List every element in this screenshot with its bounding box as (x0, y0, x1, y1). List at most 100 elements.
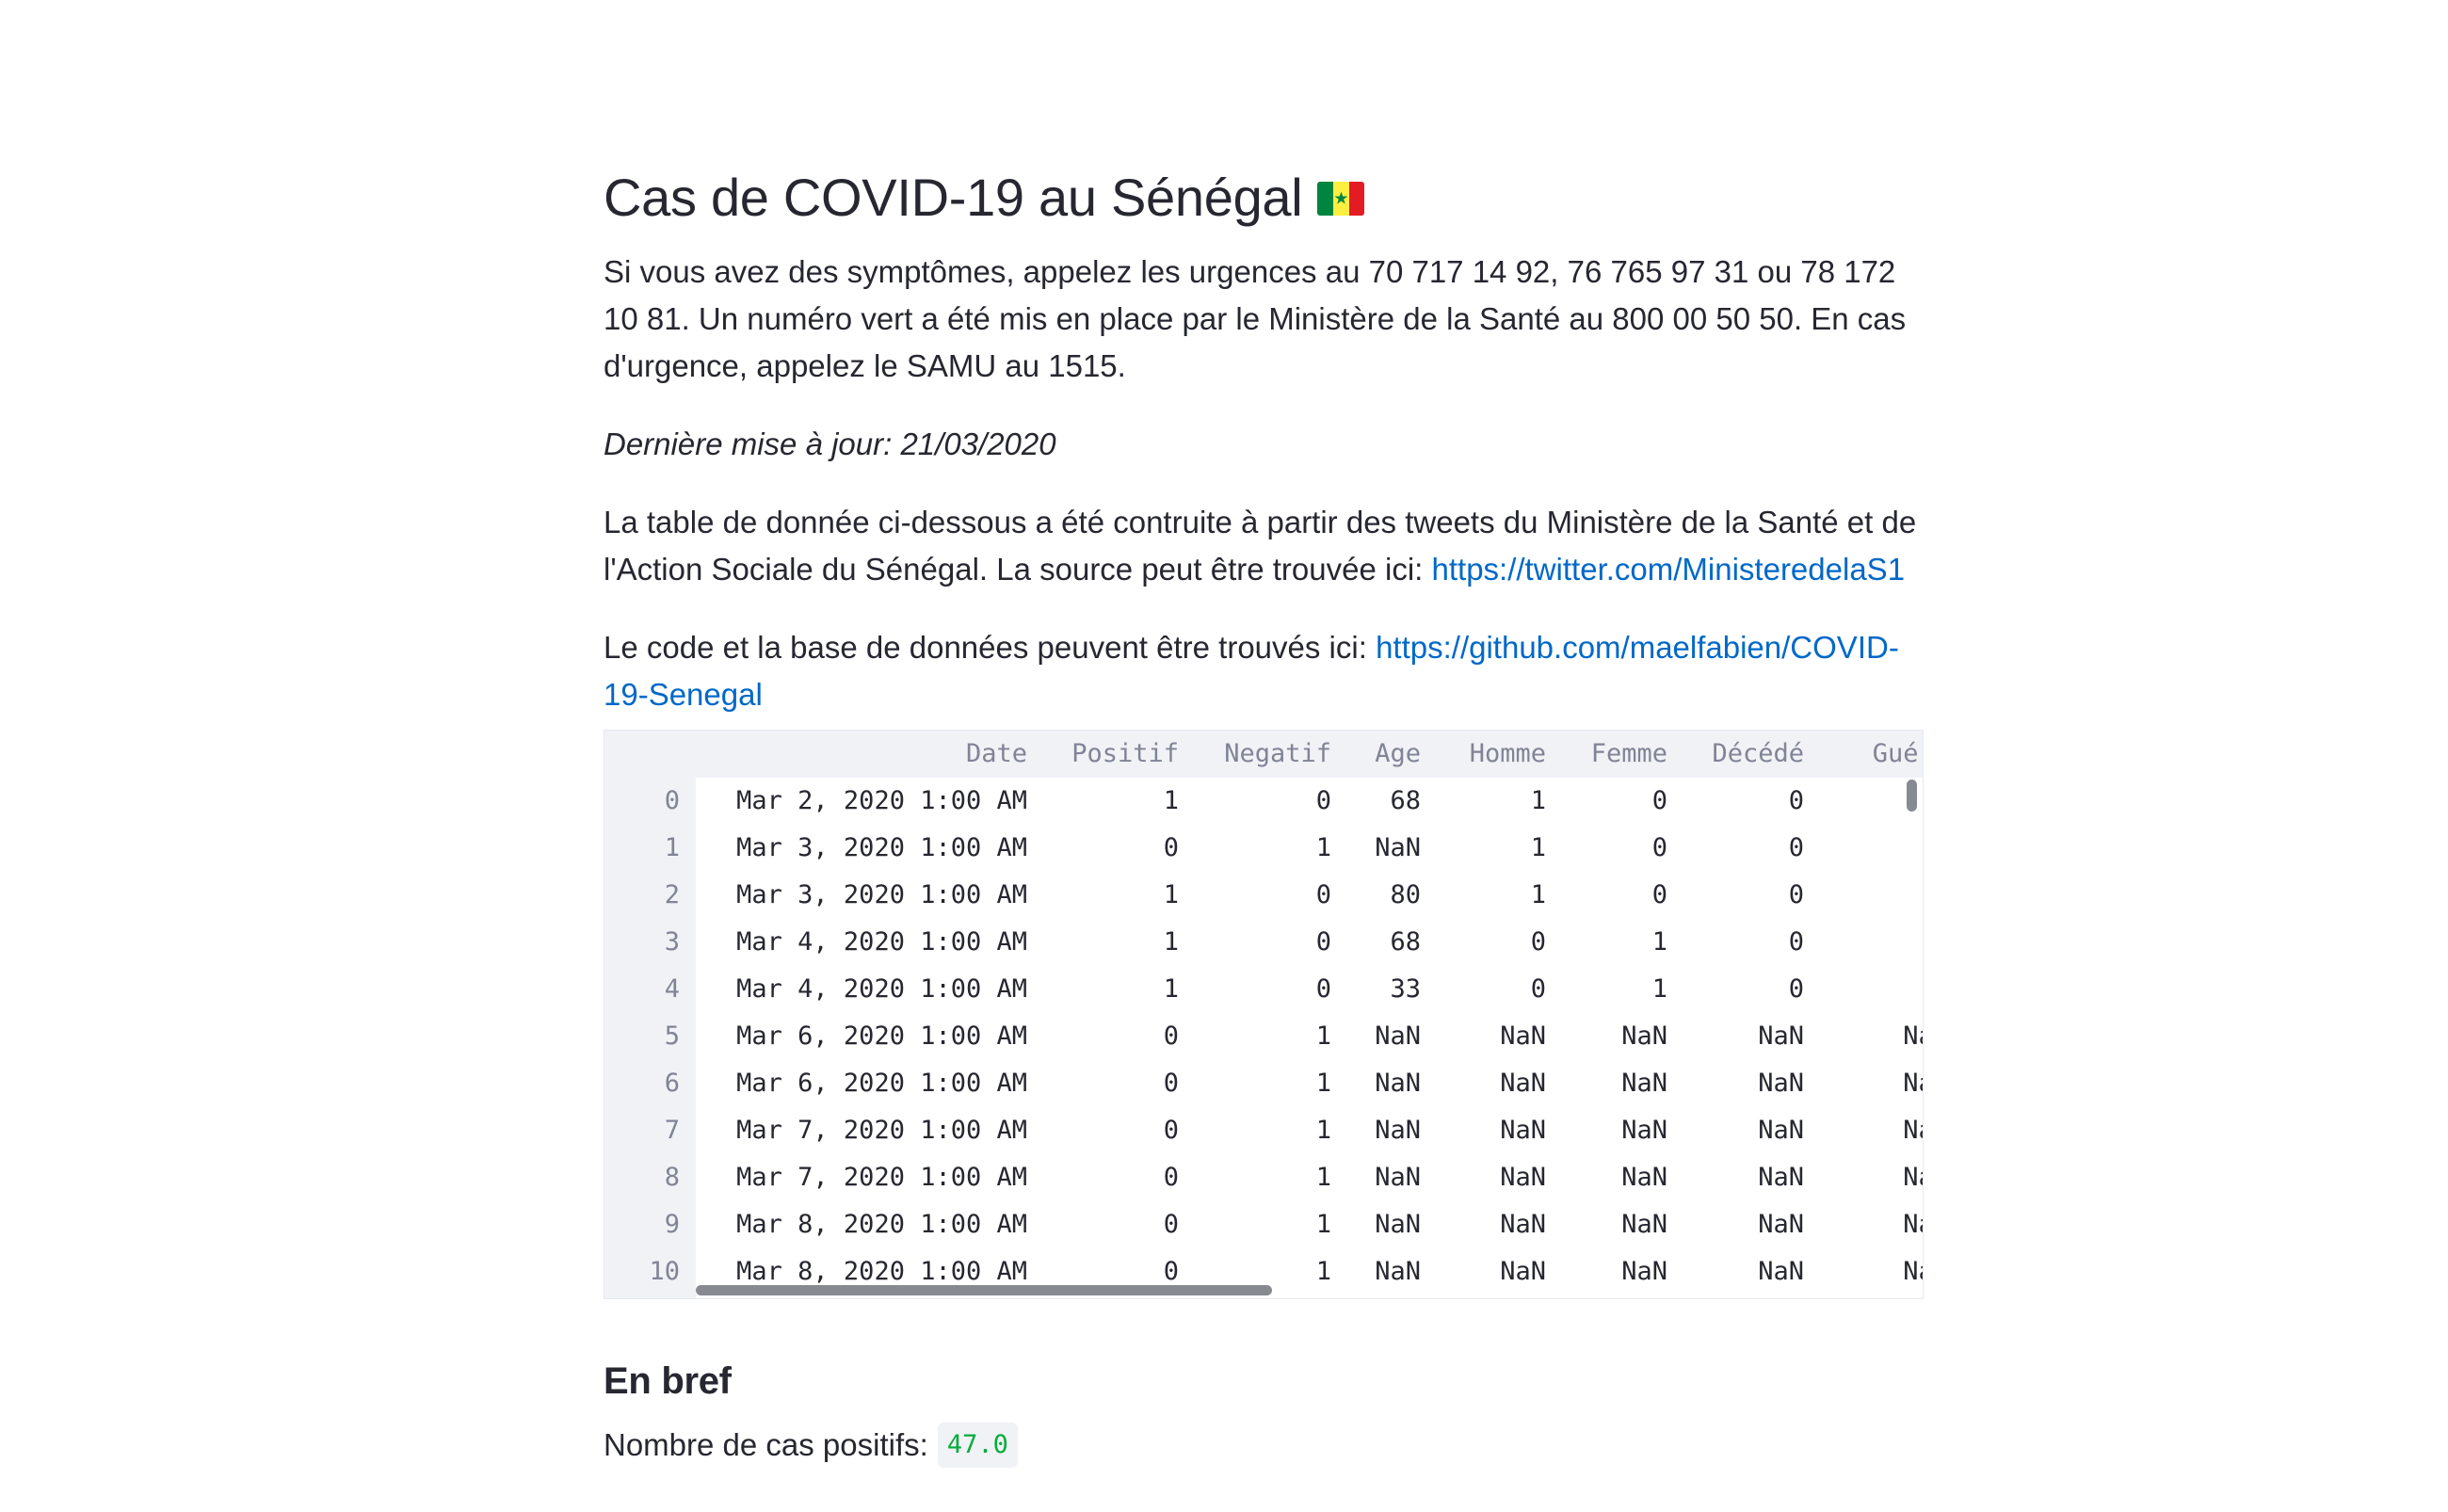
cell-homme: NaN (1500, 1210, 1546, 1239)
cell-date: Mar 6, 2020 1:00 AM (736, 1069, 1027, 1098)
row-index: 5 (664, 1021, 680, 1051)
header-date[interactable]: Date (966, 731, 1027, 778)
cell-negatif: 0 (1315, 786, 1331, 815)
cell-positif: 0 (1163, 833, 1179, 862)
cell-decede: 0 (1788, 833, 1804, 862)
vertical-scrollbar[interactable] (1907, 780, 1917, 812)
cell-age: NaN (1375, 1069, 1421, 1098)
horizontal-scrollbar[interactable] (696, 1285, 1272, 1295)
summary-heading: En bref (604, 1360, 732, 1402)
cell-femme: NaN (1621, 1069, 1667, 1098)
cell-gueri: NaN (1903, 1021, 1923, 1051)
row-index: 3 (664, 927, 680, 957)
cell-homme: NaN (1500, 1163, 1546, 1192)
main-content: Cas de COVID-19 au Sénégal ★ Si vous ave… (604, 160, 1926, 1469)
cell-femme: NaN (1621, 1257, 1667, 1286)
cell-negatif: 0 (1315, 974, 1331, 1004)
cell-positif: 0 (1163, 1069, 1179, 1098)
table-index-column (604, 778, 696, 1298)
cell-negatif: 0 (1315, 927, 1331, 957)
cell-femme: NaN (1621, 1163, 1667, 1192)
code-paragraph: Le code et la base de données peuvent êt… (604, 624, 1926, 718)
cell-age: NaN (1375, 1021, 1421, 1051)
cell-homme: NaN (1500, 1257, 1546, 1286)
cell-homme: NaN (1500, 1069, 1546, 1098)
positive-cases-row: Nombre de cas positifs: 47.0 (604, 1422, 1926, 1469)
cell-decede: NaN (1758, 1069, 1804, 1098)
code-text: Le code et la base de données peuvent êt… (604, 630, 1377, 665)
row-index: 4 (664, 974, 680, 1004)
cell-decede: 0 (1788, 974, 1804, 1004)
cell-age: 80 (1390, 880, 1421, 909)
cell-date: Mar 2, 2020 1:00 AM (736, 786, 1027, 815)
cell-homme: 1 (1530, 833, 1546, 862)
cell-decede: NaN (1758, 1257, 1804, 1286)
cell-positif: 0 (1163, 1116, 1179, 1145)
row-index: 2 (664, 880, 680, 909)
twitter-source-link[interactable]: https://twitter.com/MinisteredelaS1 (1432, 552, 1906, 587)
cell-date: Mar 7, 2020 1:00 AM (736, 1163, 1027, 1192)
positive-cases-label: Nombre de cas positifs: (604, 1427, 928, 1462)
cell-homme: 1 (1530, 880, 1546, 909)
cell-negatif: 1 (1315, 1116, 1331, 1145)
cell-negatif: 1 (1315, 1069, 1331, 1098)
cell-femme: 1 (1651, 974, 1667, 1004)
cell-decede: 0 (1788, 880, 1804, 909)
cell-homme: NaN (1500, 1021, 1546, 1051)
cell-decede: NaN (1758, 1116, 1804, 1145)
row-index: 9 (664, 1210, 680, 1239)
cell-age: NaN (1375, 1116, 1421, 1145)
page-title: Cas de COVID-19 au Sénégal (604, 168, 1303, 227)
emergency-paragraph: Si vous avez des symptômes, appelez les … (604, 254, 1907, 383)
cell-gueri: NaN (1903, 1163, 1923, 1192)
header-femme[interactable]: Femme (1591, 731, 1667, 778)
cell-positif: 1 (1163, 786, 1179, 815)
cell-date: Mar 7, 2020 1:00 AM (736, 1116, 1027, 1145)
cell-positif: 1 (1163, 974, 1179, 1004)
row-index: 6 (664, 1069, 680, 1098)
cell-date: Mar 4, 2020 1:00 AM (736, 974, 1027, 1004)
cell-decede: NaN (1758, 1210, 1804, 1239)
cell-homme: 0 (1530, 927, 1546, 957)
header-negatif[interactable]: Negatif (1224, 731, 1331, 778)
cell-femme: 0 (1651, 786, 1667, 815)
cell-negatif: 0 (1315, 880, 1331, 909)
cell-date: Mar 3, 2020 1:00 AM (736, 833, 1027, 862)
cell-date: Mar 6, 2020 1:00 AM (736, 1021, 1027, 1051)
positive-cases-value: 47.0 (937, 1423, 1018, 1468)
cell-decede: NaN (1758, 1021, 1804, 1051)
cell-gueri: NaN (1903, 1069, 1923, 1098)
cell-age: 68 (1390, 927, 1421, 957)
cell-gueri: NaN (1903, 1210, 1923, 1239)
header-homme[interactable]: Homme (1470, 731, 1546, 778)
cell-femme: 0 (1651, 880, 1667, 909)
cell-negatif: 1 (1315, 833, 1331, 862)
cell-femme: NaN (1621, 1116, 1667, 1145)
cell-femme: NaN (1621, 1210, 1667, 1239)
cell-positif: 1 (1163, 927, 1179, 957)
title-row: Cas de COVID-19 au Sénégal ★ (604, 160, 1926, 235)
cell-gueri: NaN (1903, 1116, 1923, 1145)
cell-negatif: 1 (1315, 1210, 1331, 1239)
last-update-text: Dernière mise à jour: 21/03/2020 (604, 426, 1056, 461)
cell-age: 33 (1390, 974, 1421, 1004)
cell-homme: NaN (1500, 1116, 1546, 1145)
header-gueri[interactable]: Guéri (1873, 731, 1923, 778)
data-table[interactable]: Date Positif Negatif Age Homme Femme Décédé Gué… (604, 730, 1924, 1299)
header-age[interactable]: Age (1375, 731, 1421, 778)
senegal-flag-icon: ★ (1317, 182, 1365, 216)
cell-age: 68 (1390, 786, 1421, 815)
cell-positif: 0 (1163, 1021, 1179, 1051)
source-paragraph: La table de donnée ci-dessous a été cont… (604, 499, 1926, 593)
header-positif[interactable]: Positif (1071, 731, 1179, 778)
cell-date: Mar 4, 2020 1:00 AM (736, 927, 1027, 957)
cell-decede: NaN (1758, 1163, 1804, 1192)
row-index: 7 (664, 1116, 680, 1145)
cell-age: NaN (1375, 833, 1421, 862)
cell-decede: 0 (1788, 786, 1804, 815)
row-index: 0 (664, 786, 680, 815)
cell-decede: 0 (1788, 927, 1804, 957)
row-index: 8 (664, 1163, 680, 1192)
cell-age: NaN (1375, 1210, 1421, 1239)
header-decede[interactable]: Décédé (1712, 731, 1804, 778)
